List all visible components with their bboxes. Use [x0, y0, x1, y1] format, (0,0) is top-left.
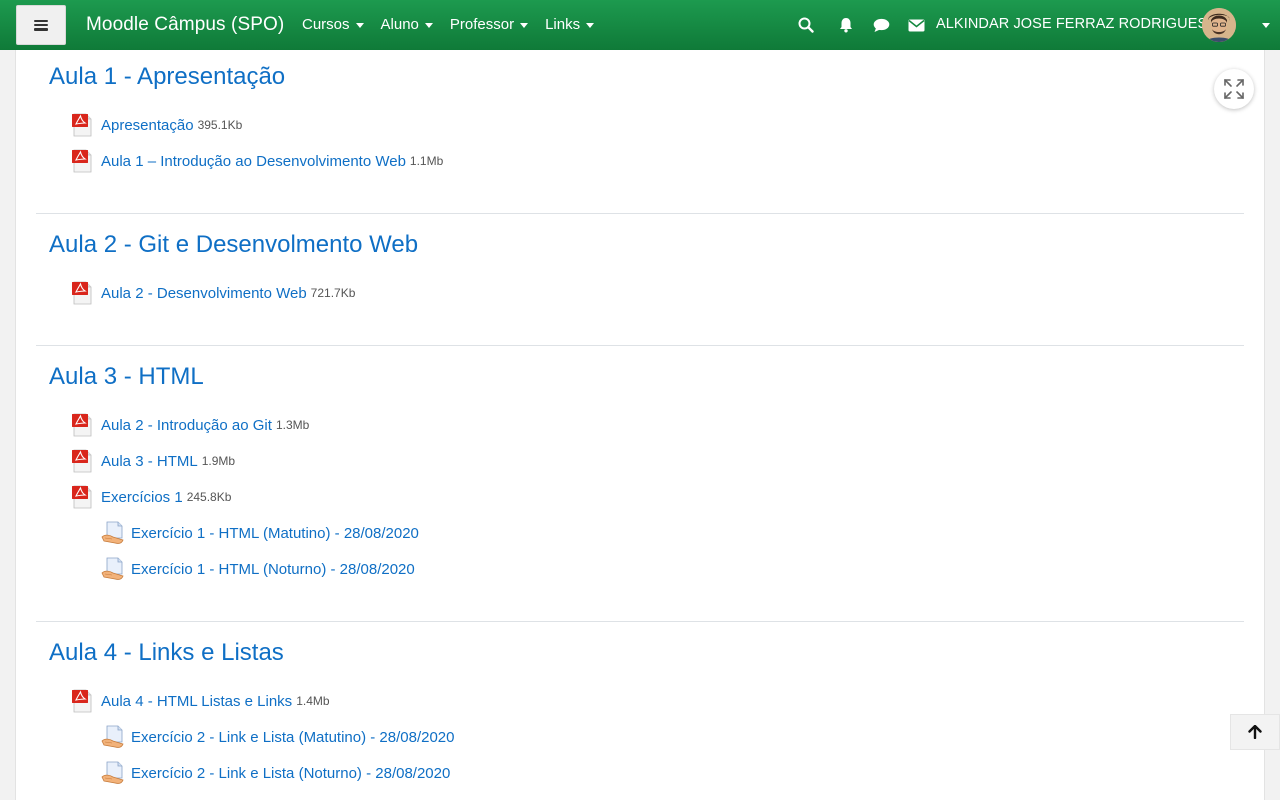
mail-button[interactable]	[900, 0, 932, 50]
activity-link[interactable]: Apresentação	[101, 117, 194, 134]
caret-down-icon	[586, 22, 595, 28]
menu-links[interactable]: Links	[545, 16, 595, 33]
messages-button[interactable]	[865, 0, 897, 50]
activity-link[interactable]: Exercício 1 - HTML (Matutino) - 28/08/20…	[131, 525, 419, 542]
activity-assignment[interactable]: Exercício 1 - HTML (Matutino) - 28/08/20…	[101, 521, 419, 545]
activity-link[interactable]: Aula 3 - HTML	[101, 453, 198, 470]
caret-down-icon	[424, 22, 433, 28]
activity-pdf[interactable]: Aula 2 - Introdução ao Git 1.3Mb	[71, 413, 309, 437]
menu-cursos[interactable]: Cursos	[302, 16, 364, 33]
file-size: 1.9Mb	[201, 454, 236, 468]
menu-professor[interactable]: Professor	[449, 16, 529, 33]
file-size: 721.7Kb	[310, 286, 356, 300]
activity-link[interactable]: Aula 2 - Introdução ao Git	[101, 417, 272, 434]
activity-link[interactable]: Aula 2 - Desenvolvimento Web	[101, 285, 307, 302]
caret-down-icon	[355, 22, 364, 28]
pdf-icon	[71, 149, 95, 173]
user-menu-name[interactable]: ALKINDAR JOSE FERRAZ RODRIGUES	[936, 16, 1207, 32]
activity-pdf[interactable]: Aula 1 – Introdução ao Desenvolvimento W…	[71, 149, 443, 173]
bell-icon	[840, 18, 852, 33]
pdf-icon	[71, 689, 95, 713]
navbar-icon-group	[790, 0, 935, 50]
back-to-top-button[interactable]	[1230, 714, 1280, 750]
assignment-icon	[101, 761, 125, 785]
top-navbar: Moodle Câmpus (SPO) Cursos Aluno Profess…	[0, 0, 1280, 50]
activity-pdf[interactable]: Aula 3 - HTML 1.9Mb	[71, 449, 235, 473]
assignment-icon	[101, 725, 125, 749]
activity-pdf[interactable]: Exercícios 1 245.8Kb	[71, 485, 231, 509]
user-avatar[interactable]	[1202, 8, 1236, 42]
user-menu-caret-icon[interactable]	[1262, 23, 1270, 28]
activity-pdf[interactable]: Aula 2 - Desenvolvimento Web 721.7Kb	[71, 281, 355, 305]
section-divider	[36, 345, 1244, 346]
activity-link[interactable]: Aula 4 - HTML Listas e Links	[101, 693, 292, 710]
notifications-button[interactable]	[830, 0, 862, 50]
hamburger-icon	[34, 19, 48, 31]
envelope-icon	[908, 19, 924, 31]
section-divider	[36, 213, 1244, 214]
file-size: 1.4Mb	[296, 694, 330, 708]
pdf-icon	[71, 485, 95, 509]
site-brand-link[interactable]: Moodle Câmpus (SPO)	[86, 14, 284, 36]
pdf-icon	[71, 413, 95, 437]
pdf-icon	[71, 113, 95, 137]
activity-assignment[interactable]: Exercício 2 - Link e Lista (Noturno) - 2…	[101, 761, 450, 785]
chat-icon	[873, 18, 889, 32]
arrow-up-icon	[1248, 725, 1262, 739]
menu-professor-label: Professor	[449, 16, 515, 33]
avatar-image	[1202, 8, 1236, 42]
activity-pdf[interactable]: Apresentação 395.1Kb	[71, 113, 242, 137]
pdf-icon	[71, 281, 95, 305]
search-button[interactable]	[790, 0, 822, 50]
activity-link[interactable]: Exercício 2 - Link e Lista (Matutino) - …	[131, 729, 455, 746]
activity-link[interactable]: Exercício 1 - HTML (Noturno) - 28/08/202…	[131, 561, 415, 578]
section-divider	[36, 621, 1244, 622]
menu-links-label: Links	[545, 16, 581, 33]
caret-down-icon	[520, 22, 529, 28]
menu-aluno[interactable]: Aluno	[381, 16, 433, 33]
search-icon	[798, 17, 814, 33]
expand-icon	[1224, 79, 1244, 99]
file-size: 1.3Mb	[275, 418, 310, 432]
section-title[interactable]: Aula 2 - Git e Desenvolmento Web	[49, 231, 418, 259]
assignment-icon	[101, 557, 125, 581]
section-title[interactable]: Aula 1 - Apresentação	[49, 63, 285, 91]
main-menu: Cursos Aluno Professor Links	[302, 16, 611, 33]
menu-aluno-label: Aluno	[380, 16, 419, 33]
pdf-icon	[71, 449, 95, 473]
assignment-icon	[101, 521, 125, 545]
drawer-toggle-button[interactable]	[16, 5, 66, 45]
activity-link[interactable]: Exercícios 1	[101, 489, 183, 506]
course-content: Aula 1 - Apresentação Apresentação 395.1…	[15, 50, 1265, 800]
activity-assignment[interactable]: Exercício 1 - HTML (Noturno) - 28/08/202…	[101, 557, 415, 581]
activity-link[interactable]: Aula 1 – Introdução ao Desenvolvimento W…	[101, 153, 406, 170]
activity-pdf[interactable]: Aula 4 - HTML Listas e Links 1.4Mb	[71, 689, 330, 713]
menu-cursos-label: Cursos	[302, 16, 350, 33]
section-title[interactable]: Aula 4 - Links e Listas	[49, 639, 284, 667]
fullscreen-toggle-button[interactable]	[1214, 69, 1254, 109]
file-size: 395.1Kb	[197, 118, 243, 132]
activity-link[interactable]: Exercício 2 - Link e Lista (Noturno) - 2…	[131, 765, 450, 782]
activity-assignment[interactable]: Exercício 2 - Link e Lista (Matutino) - …	[101, 725, 455, 749]
section-title[interactable]: Aula 3 - HTML	[49, 363, 204, 391]
file-size: 1.1Mb	[409, 154, 444, 168]
file-size: 245.8Kb	[186, 490, 232, 504]
